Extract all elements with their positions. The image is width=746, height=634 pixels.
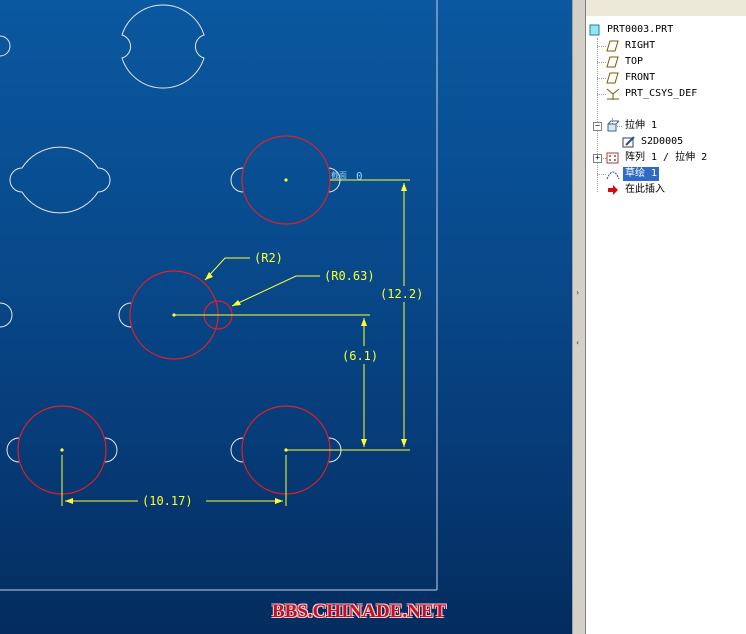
extrude-icon	[606, 120, 620, 132]
pattern-hole-row3-left	[0, 302, 13, 328]
tree-item-insert-here[interactable]: 在此插入	[606, 183, 667, 197]
collapse-right-arrow-icon[interactable]: ›	[576, 288, 579, 297]
datum-plane-icon	[606, 40, 620, 52]
watermark: BBS.CHINADE.NET	[272, 601, 447, 622]
sketch-edit-icon	[622, 136, 636, 148]
graphics-viewport[interactable]: (R2) (R0.63) (12.2) (6.1) (10.17) 截面 0 B…	[0, 0, 572, 634]
tree-item-part[interactable]: PRT0003.PRT	[588, 23, 675, 37]
ear-bottom-left-b	[104, 437, 118, 463]
dim-12-2[interactable]: (12.2)	[380, 287, 423, 301]
pattern-geometry	[0, 4, 342, 463]
datum-plane-icon	[606, 72, 620, 84]
pattern-hole-top-left	[0, 35, 11, 57]
pattern-icon	[606, 152, 620, 164]
ear-bottom-left-a	[6, 437, 20, 463]
dim-10-17[interactable]: (10.17)	[142, 494, 193, 508]
part-icon	[588, 24, 602, 36]
tree-item-right[interactable]: RIGHT	[606, 39, 657, 53]
section-value: 0	[356, 170, 363, 183]
dim-r063[interactable]: (R0.63)	[324, 269, 375, 283]
collapse-left-arrow-icon[interactable]: ‹	[576, 338, 579, 347]
ear-bottom-right-a	[230, 437, 244, 463]
datum-plane-icon	[606, 56, 620, 68]
expand-collapse-plus-icon[interactable]: +	[593, 154, 602, 163]
tree-item-top[interactable]: TOP	[606, 55, 645, 69]
panel-splitter[interactable]: › ‹	[572, 0, 586, 634]
dimension-arrows	[65, 183, 407, 504]
tree-item-sketch-1[interactable]: 草绘 1	[606, 167, 660, 181]
insert-here-icon	[606, 184, 620, 196]
pattern-hole-mid-left	[9, 146, 111, 214]
tree-item-pattern[interactable]: 阵列 1 / 拉伸 2	[606, 151, 709, 165]
dim-6-1[interactable]: (6.1)	[342, 349, 378, 363]
tree-item-front[interactable]: FRONT	[606, 71, 657, 85]
csys-icon	[606, 88, 620, 100]
sketch-canvas[interactable]: (R2) (R0.63) (12.2) (6.1) (10.17) 截面 0	[0, 0, 572, 634]
ear-middle	[118, 302, 132, 328]
pattern-hole-top	[121, 4, 205, 89]
ear-upper-right	[230, 167, 244, 193]
tree-item-extrude-1[interactable]: 拉伸 1	[606, 119, 659, 133]
dim-r2[interactable]: (R2)	[254, 251, 283, 265]
model-tree[interactable]: PRT0003.PRT RIGHT TOP FRONT PRT_CSYS_DEF…	[586, 0, 746, 634]
tree-item-csys[interactable]: PRT_CSYS_DEF	[606, 87, 699, 101]
sketch-icon	[606, 168, 620, 180]
section-label: 截面	[331, 170, 347, 180]
expand-collapse-minus-icon[interactable]: −	[593, 122, 602, 131]
tree-item-s2d0005[interactable]: S2D0005	[622, 135, 685, 149]
